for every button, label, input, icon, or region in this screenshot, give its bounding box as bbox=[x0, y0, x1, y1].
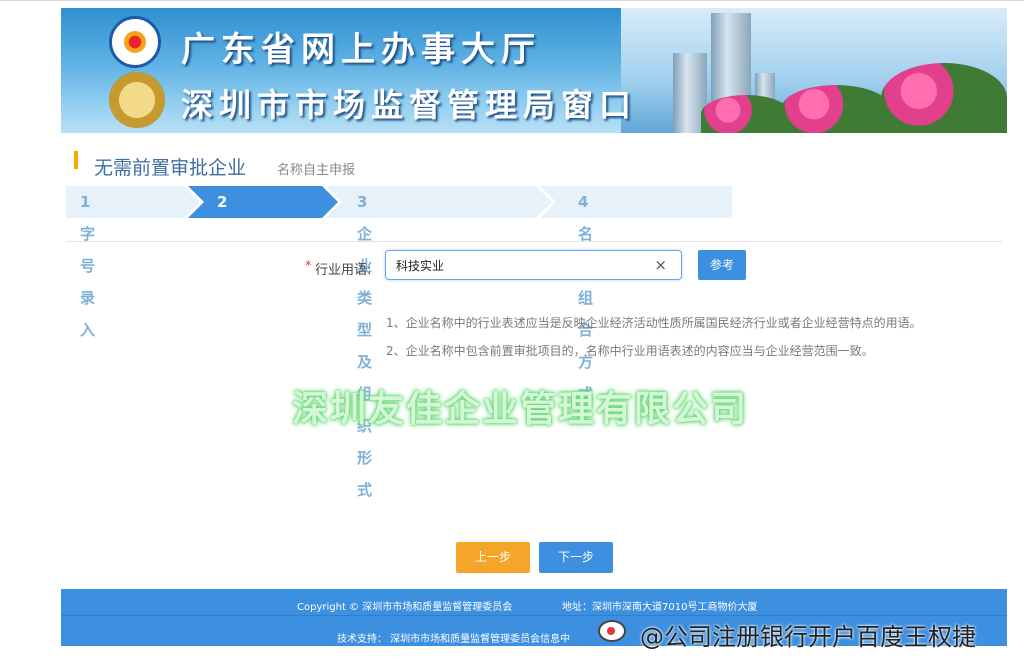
title-accent-bar bbox=[74, 151, 78, 169]
prev-step-button[interactable]: 上一步 bbox=[456, 542, 530, 573]
flower-decoration bbox=[701, 95, 791, 133]
steps-background bbox=[66, 186, 732, 218]
footer-support: 技术支持： 深圳市市场和质量监督管理委员会信息中 bbox=[337, 634, 571, 645]
note-2: 2、企业名称中包含前置审批项目的，名称中行业用语表述的内容应当与企业经营范围一致… bbox=[386, 344, 874, 358]
guangdong-logo-icon bbox=[109, 16, 161, 68]
company-watermark: 深圳友佳企业管理有限公司 bbox=[292, 389, 749, 430]
site-banner: 广东省网上办事大厅 深圳市市场监督管理局窗口 bbox=[61, 8, 1007, 133]
required-mark: * bbox=[305, 259, 312, 274]
top-divider bbox=[0, 0, 1024, 1]
step-2-active: 2 行业用语 bbox=[217, 193, 233, 339]
industry-term-field[interactable]: × bbox=[385, 250, 682, 280]
weibo-icon bbox=[598, 620, 626, 642]
step-4: 4 名称组合方式 bbox=[578, 193, 594, 403]
flower-decoration bbox=[881, 63, 1007, 133]
flower-decoration bbox=[781, 85, 891, 133]
banner-subtitle: 深圳市市场监督管理局窗口 bbox=[181, 86, 638, 124]
page-subtitle: 名称自主申报 bbox=[277, 163, 356, 178]
weibo-watermark-text: @公司注册银行开户百度王权捷 bbox=[640, 623, 976, 651]
step-1: 1 字号录入 bbox=[80, 193, 96, 339]
step-3: 3 企业类型及组织形式 bbox=[357, 193, 373, 499]
page-title: 无需前置审批企业 bbox=[94, 157, 247, 179]
clear-icon[interactable]: × bbox=[654, 256, 667, 274]
industry-term-label: 行业用语: bbox=[315, 263, 372, 278]
emblem-badge-icon bbox=[109, 72, 165, 128]
next-step-button[interactable]: 下一步 bbox=[539, 542, 613, 573]
section-divider bbox=[66, 241, 1002, 242]
footer-copyright: Copyright © 深圳市市场和质量监督管理委员会 bbox=[297, 602, 513, 613]
banner-title: 广东省网上办事大厅 bbox=[181, 30, 541, 70]
note-1: 1、企业名称中的行业表述应当是反映企业经济活动性质所属国民经济行业或者企业经营特… bbox=[386, 316, 922, 330]
reference-button[interactable]: 参考 bbox=[698, 250, 746, 280]
footer-divider bbox=[61, 615, 1007, 616]
footer-address: 地址：深圳市深南大道7010号工商物价大厦 bbox=[562, 602, 758, 613]
industry-term-input[interactable] bbox=[396, 257, 646, 273]
